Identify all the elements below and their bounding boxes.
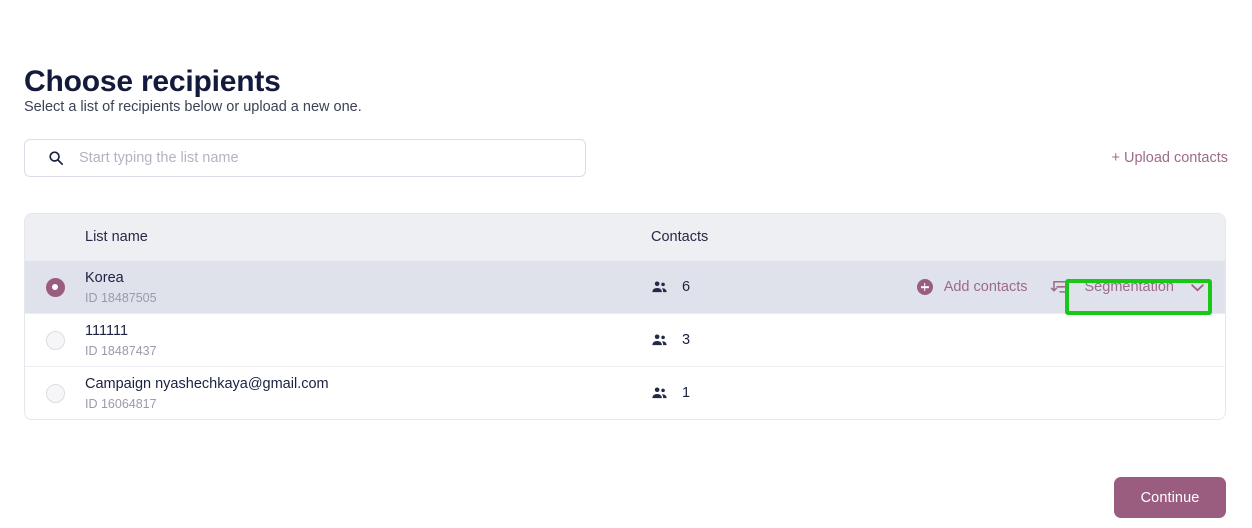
chevron-down-icon [1191,283,1204,291]
table-row[interactable]: Korea ID 18487505 6 Add contacts Segment… [25,260,1225,313]
row-contacts-cell: 3 [651,332,897,349]
row-radio-cell [25,330,85,350]
contacts-count: 1 [682,385,691,401]
column-header-list-name: List name [85,229,148,245]
contacts-count: 6 [682,279,691,295]
list-name: Campaign nyashechkaya@gmail.com [85,375,329,392]
column-header-contacts: Contacts [651,229,709,245]
plus-circle-icon [916,279,933,295]
segmentation-dropdown[interactable]: Segmentation [1077,275,1211,299]
table-row[interactable]: 111111 ID 18487437 3 [25,313,1225,366]
contacts-count: 3 [682,332,691,348]
row-contacts-cell: 1 [651,385,897,402]
continue-button[interactable]: Continue [1114,477,1226,518]
list-name: Korea [85,269,124,286]
people-icon [652,386,667,398]
row-contacts-cell: 6 [651,279,897,296]
list-id: ID 16064817 [85,396,157,411]
radio-button-111111[interactable] [45,330,65,350]
table-row[interactable]: Campaign nyashechkaya@gmail.com ID 16064… [25,366,1225,419]
choose-recipients-page: Choose recipients Select a list of recip… [0,0,1252,528]
radio-button-campaign[interactable] [45,383,65,403]
search-field[interactable] [24,139,586,177]
segmentation-label: Segmentation [1084,279,1174,295]
add-contacts-label: Add contacts [943,279,1028,295]
search-icon [49,151,64,166]
row-radio-cell [25,383,85,403]
table-header-row: List name Contacts [25,214,1225,260]
list-id: ID 18487505 [85,290,157,305]
people-icon [652,333,667,345]
list-name: 111111 [85,322,129,339]
row-name-cell: 111111 ID 18487437 [85,322,651,359]
upload-contacts-link[interactable]: + Upload contacts [1112,148,1228,168]
row-name-cell: Campaign nyashechkaya@gmail.com ID 16064… [85,375,651,412]
add-contacts-button[interactable]: Add contacts [916,279,1028,295]
row-name-cell: Korea ID 18487505 [85,269,651,306]
people-icon [652,280,667,292]
row-radio-cell [25,277,85,297]
segmentation-filter-icon [1050,280,1065,293]
radio-button-korea[interactable] [45,277,65,297]
search-input[interactable] [79,150,573,166]
page-subtitle: Select a list of recipients below or upl… [24,99,362,115]
row-actions-cell: Add contacts Segmentation [897,275,1225,299]
list-id: ID 18487437 [85,343,157,358]
recipient-lists-table: List name Contacts Korea ID 18487505 6 A… [24,213,1226,420]
